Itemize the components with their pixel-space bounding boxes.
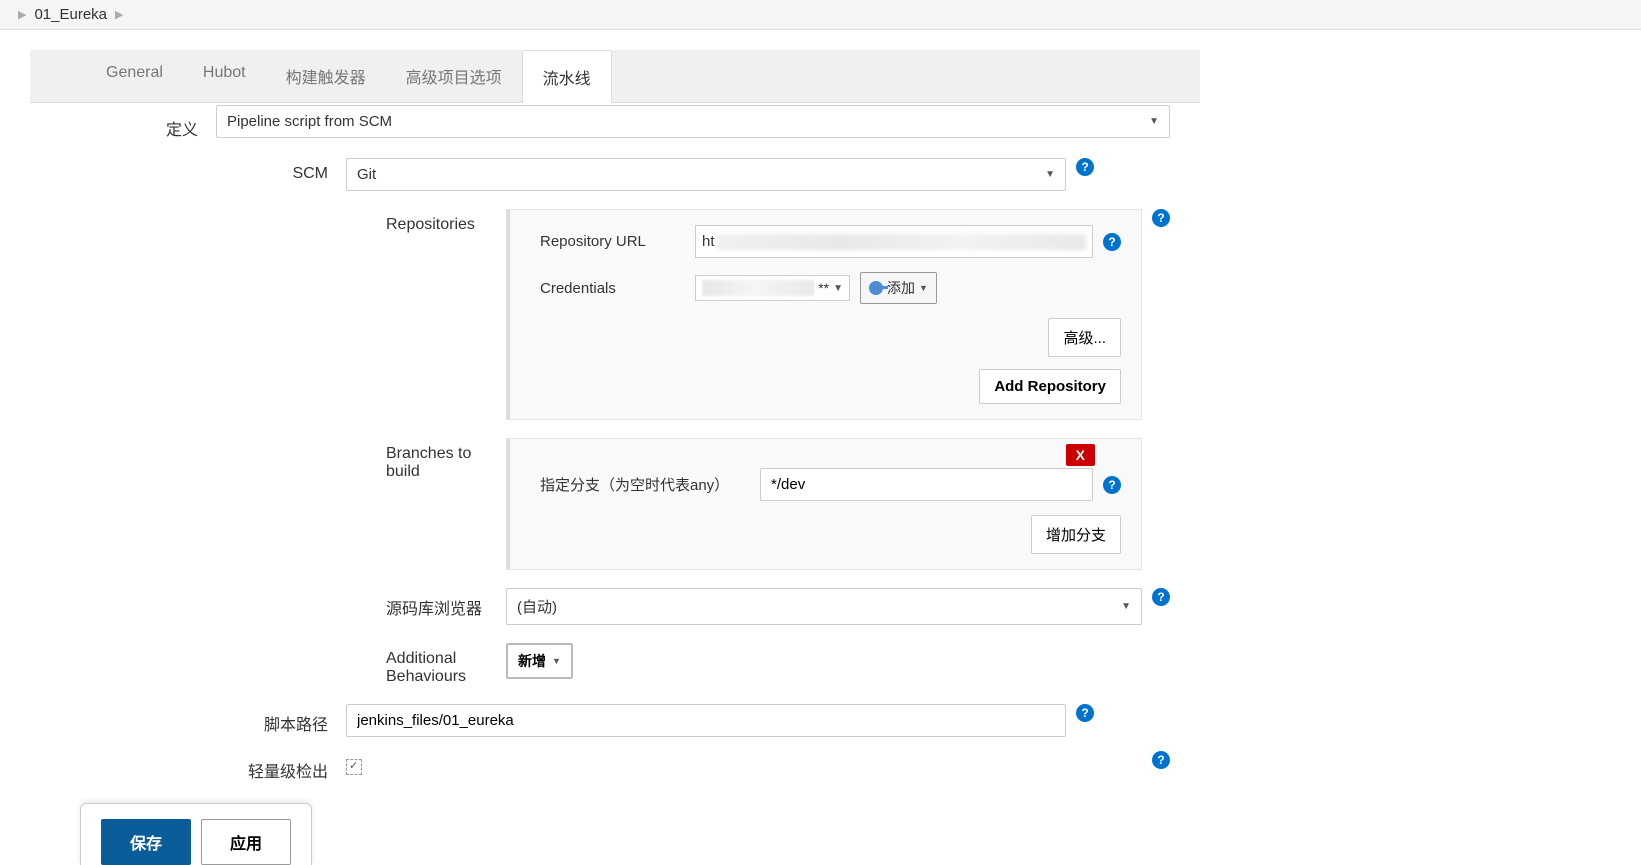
key-icon xyxy=(869,281,883,295)
definition-label: 定义 xyxy=(86,109,216,140)
lightweight-checkout-label: 轻量级检出 xyxy=(86,751,346,782)
remove-branch-button[interactable]: X xyxy=(1066,444,1095,466)
redacted-content xyxy=(717,234,1086,250)
repo-url-prefix: ht xyxy=(702,233,715,250)
help-icon[interactable]: ? xyxy=(1103,476,1121,494)
script-path-label: 脚本路径 xyxy=(86,704,346,735)
credentials-select[interactable]: ** ▼ xyxy=(695,275,850,301)
chevron-down-icon: ▼ xyxy=(1045,169,1055,180)
help-icon[interactable]: ? xyxy=(1152,588,1170,606)
tab-hubot[interactable]: Hubot xyxy=(183,50,266,102)
config-container: General Hubot 构建触发器 高级项目选项 流水线 定义 Pipeli… xyxy=(30,50,1200,802)
lightweight-checkbox[interactable] xyxy=(346,759,362,775)
tab-pipeline[interactable]: 流水线 xyxy=(522,50,612,103)
add-credentials-button[interactable]: 添加 ▼ xyxy=(860,272,937,304)
tab-bar: General Hubot 构建触发器 高级项目选项 流水线 xyxy=(30,50,1200,103)
repo-browser-label: 源码库浏览器 xyxy=(86,588,506,619)
repo-browser-value: (自动) xyxy=(517,596,557,617)
repo-url-input[interactable]: ht xyxy=(695,225,1093,258)
repositories-label: Repositories xyxy=(86,209,506,234)
branch-spec-input[interactable] xyxy=(760,468,1093,501)
apply-button[interactable]: 应用 xyxy=(201,819,291,865)
additional-behaviours-label: Additional Behaviours xyxy=(86,643,506,686)
config-form: 定义 Pipeline script from SCM ▼ SCM Git ▼ … xyxy=(30,109,1200,802)
tab-build-triggers[interactable]: 构建触发器 xyxy=(266,50,386,102)
help-icon[interactable]: ? xyxy=(1103,233,1121,251)
footer-actions: 保存 应用 xyxy=(80,803,312,865)
advanced-button[interactable]: 高级... xyxy=(1048,318,1121,357)
add-repository-button[interactable]: Add Repository xyxy=(979,369,1121,404)
scm-label: SCM xyxy=(86,158,346,183)
branch-spec-label: 指定分支（为空时代表any） xyxy=(520,474,760,495)
breadcrumb-item[interactable]: 01_Eureka xyxy=(34,6,107,23)
add-behaviour-button[interactable]: 新增 ▼ xyxy=(506,643,573,679)
repositories-group: Repository URL ht ? Credentials xyxy=(506,209,1142,420)
tab-advanced-options[interactable]: 高级项目选项 xyxy=(386,50,522,102)
definition-select[interactable]: Pipeline script from SCM ▼ xyxy=(216,105,1170,138)
repo-url-label: Repository URL xyxy=(520,233,695,250)
chevron-down-icon: ▼ xyxy=(833,283,843,294)
definition-value: Pipeline script from SCM xyxy=(227,113,392,130)
add-new-label: 新增 xyxy=(518,651,546,671)
branches-label: Branches to build xyxy=(86,438,506,481)
help-icon[interactable]: ? xyxy=(1076,704,1094,722)
chevron-down-icon: ▼ xyxy=(919,283,928,293)
credentials-label: Credentials xyxy=(520,280,695,297)
credentials-masked: ** xyxy=(818,280,829,296)
script-path-input[interactable] xyxy=(346,704,1066,737)
add-credentials-label: 添加 xyxy=(887,278,915,298)
chevron-down-icon: ▼ xyxy=(1121,601,1131,612)
chevron-down-icon: ▼ xyxy=(1149,116,1159,127)
help-icon[interactable]: ? xyxy=(1152,751,1170,769)
tab-general[interactable]: General xyxy=(86,50,183,102)
breadcrumb-bar: ▶ 01_Eureka ▶ xyxy=(0,0,1641,30)
help-icon[interactable]: ? xyxy=(1076,158,1094,176)
branches-group: X 指定分支（为空时代表any） ? 增加分支 xyxy=(506,438,1142,570)
chevron-right-icon: ▶ xyxy=(115,8,123,21)
add-branch-button[interactable]: 增加分支 xyxy=(1031,515,1121,554)
redacted-content xyxy=(702,280,814,296)
scm-value: Git xyxy=(357,166,376,183)
scm-select[interactable]: Git ▼ xyxy=(346,158,1066,191)
chevron-right-icon: ▶ xyxy=(18,8,26,21)
help-icon[interactable]: ? xyxy=(1152,209,1170,227)
save-button[interactable]: 保存 xyxy=(101,819,191,865)
repo-browser-select[interactable]: (自动) ▼ xyxy=(506,588,1142,625)
chevron-down-icon: ▼ xyxy=(552,656,561,666)
